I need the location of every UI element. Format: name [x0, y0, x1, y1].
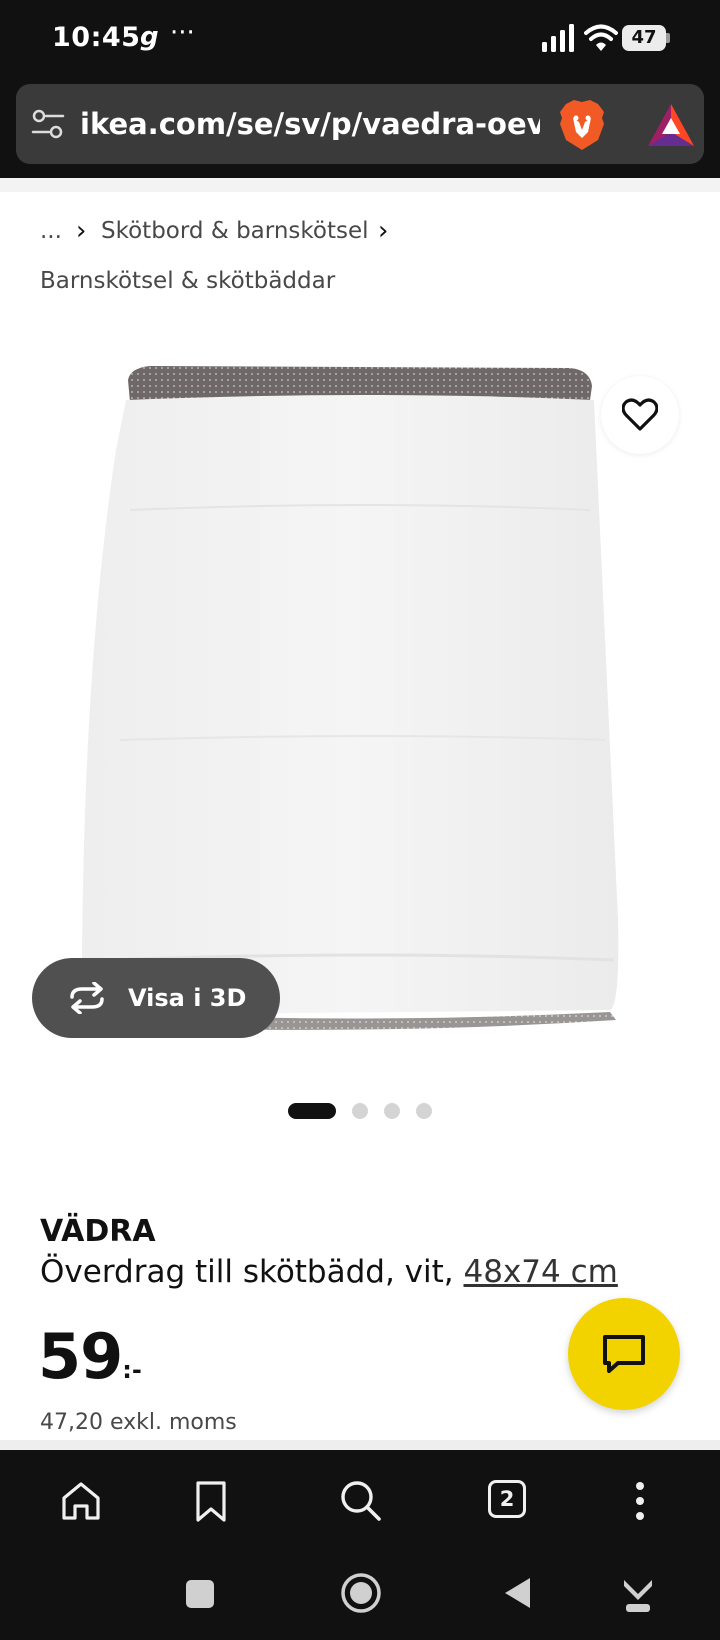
breadcrumb-link-barnskotsel[interactable]: Barnskötsel & skötbäddar [40, 268, 335, 294]
rotate-3d-icon [70, 982, 104, 1014]
home-circle-icon[interactable] [340, 1572, 382, 1614]
price-integer: 59 [38, 1320, 123, 1393]
image-carousel-indicator[interactable] [288, 1102, 438, 1119]
tab-count: 2 [488, 1480, 526, 1518]
favorite-button[interactable] [601, 376, 679, 454]
product-size-link[interactable]: 48x74 cm [464, 1254, 618, 1290]
heart-icon [622, 398, 658, 431]
carousel-dot[interactable] [416, 1103, 432, 1119]
view-3d-label: Visa i 3D [128, 984, 247, 1012]
recents-icon[interactable] [184, 1578, 216, 1610]
status-bar: 10:45 g ··· 47 [0, 0, 720, 78]
chat-button[interactable] [568, 1298, 680, 1410]
browser-toolbar: 2 [0, 1450, 720, 1550]
page-content: ... › Skötbord & barnskötsel › Barnsköts… [0, 178, 720, 1450]
view-3d-button[interactable]: Visa i 3D [32, 958, 280, 1038]
battery-level: 47 [622, 25, 666, 51]
brave-rewards-icon[interactable] [646, 102, 696, 148]
carousel-dot[interactable] [384, 1103, 400, 1119]
product-price: 59:- [38, 1320, 142, 1393]
chevron-right-icon: › [76, 216, 87, 246]
product-image[interactable] [70, 360, 660, 1050]
search-icon[interactable] [336, 1476, 386, 1526]
carousel-dot[interactable] [352, 1103, 368, 1119]
brave-shields-icon[interactable] [556, 98, 608, 152]
more-vertical-icon[interactable] [615, 1476, 665, 1526]
home-icon[interactable] [56, 1476, 106, 1526]
price-suffix: :- [122, 1356, 142, 1384]
more-notifications-icon: ··· [170, 18, 195, 48]
address-bar[interactable]: ikea.com/se/sv/p/vaedra-oeverdrag-till-s… [16, 84, 704, 164]
battery-icon: 47 [622, 25, 670, 51]
chevron-right-icon: › [378, 216, 389, 246]
android-nav-bar [0, 1550, 720, 1640]
site-settings-icon[interactable] [30, 106, 66, 142]
signal-icon [542, 24, 574, 52]
back-icon[interactable] [502, 1576, 532, 1610]
tabs-icon[interactable]: 2 [488, 1480, 538, 1530]
notification-icon: g [140, 22, 159, 52]
download-icon[interactable] [620, 1574, 656, 1614]
chat-icon [603, 1335, 645, 1373]
wifi-icon [584, 24, 618, 51]
breadcrumb-link-skotbord[interactable]: Skötbord & barnskötsel [101, 218, 369, 244]
carousel-dot-active[interactable] [288, 1103, 336, 1119]
status-time: 10:45 [52, 22, 141, 53]
breadcrumb-ellipsis[interactable]: ... [40, 218, 62, 244]
bookmark-icon[interactable] [186, 1476, 236, 1526]
product-name: VÄDRA [40, 1214, 156, 1249]
url-field[interactable]: ikea.com/se/sv/p/vaedra-oeverdrag-till-s… [80, 104, 540, 144]
price-ex-vat: 47,20 exkl. moms [40, 1410, 237, 1435]
product-description: Överdrag till skötbädd, vit, 48x74 cm [40, 1254, 618, 1290]
product-description-text: Överdrag till skötbädd, vit, [40, 1254, 464, 1290]
